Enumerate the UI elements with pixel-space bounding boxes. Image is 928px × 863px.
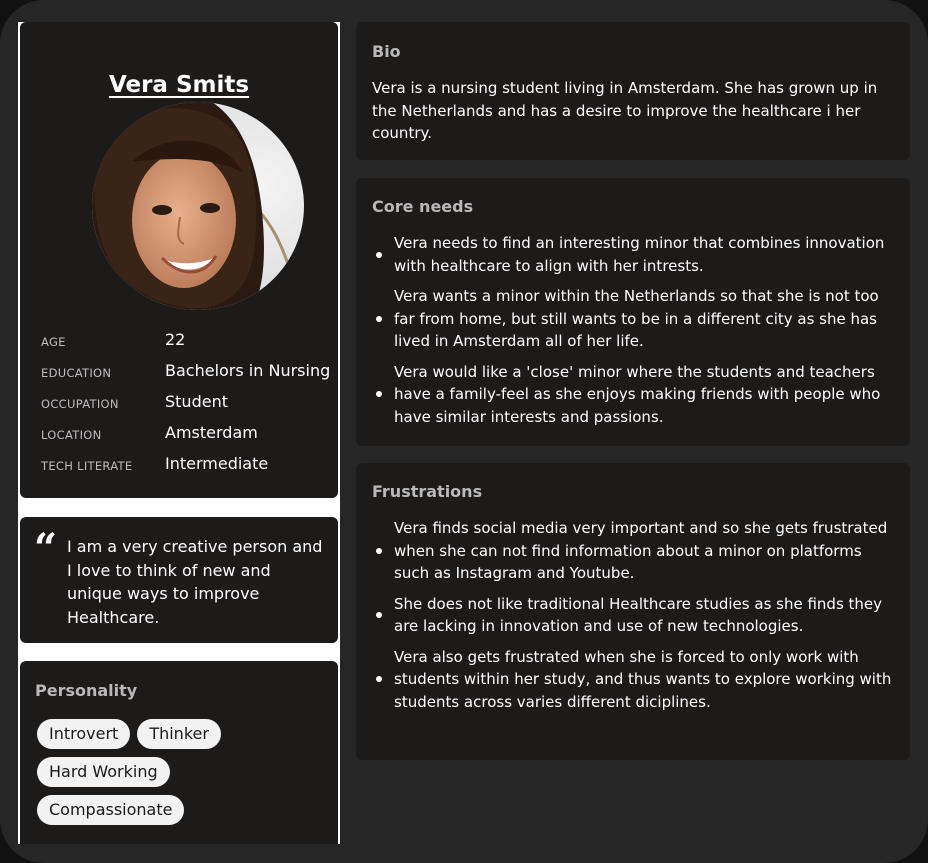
persona-card: Vera Smits AGE 22 EDUCATION Bachelors in… xyxy=(0,0,928,863)
fact-row-education: EDUCATION Bachelors in Nursing xyxy=(41,359,331,390)
list-item: Vera finds social media very important a… xyxy=(372,517,896,585)
personality-panel: Personality Introvert Thinker Hard Worki… xyxy=(20,661,338,844)
fact-row-age: AGE 22 xyxy=(41,328,331,359)
portrait-image xyxy=(92,102,304,310)
bio-text: Vera is a nursing student living in Amst… xyxy=(372,79,878,142)
fact-label: OCCUPATION xyxy=(41,397,119,411)
quote-icon: “ xyxy=(34,525,58,572)
bio-panel: Bio Vera is a nursing student living in … xyxy=(356,22,910,160)
tag-hard-working: Hard Working xyxy=(37,757,170,787)
list-item: Vera needs to find an interesting minor … xyxy=(372,232,896,277)
fact-label: EDUCATION xyxy=(41,366,112,380)
quote-panel: “ I am a very creative person and I love… xyxy=(20,517,338,643)
persona-name: Vera Smits xyxy=(108,72,250,98)
personality-title: Personality xyxy=(35,681,138,700)
tag-compassionate: Compassionate xyxy=(37,795,185,825)
fact-label: LOCATION xyxy=(41,428,102,442)
fact-label: TECH LITERATE xyxy=(41,459,133,473)
frustrations-title: Frustrations xyxy=(372,482,483,501)
list-item: Vera also gets frustrated when she is fo… xyxy=(372,646,896,714)
core-needs-panel: Core needs Vera needs to find an interes… xyxy=(356,178,910,446)
facts-list: AGE 22 EDUCATION Bachelors in Nursing OC… xyxy=(41,328,331,483)
list-item: Vera would like a 'close' minor where th… xyxy=(372,361,896,429)
bio-title: Bio xyxy=(372,42,401,61)
personality-tags: Introvert Thinker Hard Working Compassio… xyxy=(37,719,327,833)
fact-row-location: LOCATION Amsterdam xyxy=(41,421,331,452)
fact-row-tech-literate: TECH LITERATE Intermediate xyxy=(41,452,331,483)
fact-row-occupation: OCCUPATION Student xyxy=(41,390,331,421)
fact-value: Amsterdam xyxy=(165,423,258,442)
core-needs-title: Core needs xyxy=(372,197,474,216)
tag-introvert: Introvert xyxy=(37,719,131,749)
fact-value: Bachelors in Nursing xyxy=(165,361,331,380)
fact-value: Student xyxy=(165,392,228,411)
quote-text: I am a very creative person and I love t… xyxy=(67,537,323,627)
fact-label: AGE xyxy=(41,335,66,349)
core-needs-list: Vera needs to find an interesting minor … xyxy=(372,232,896,436)
persona-photo xyxy=(92,102,304,310)
profile-panel: Vera Smits AGE 22 EDUCATION Bachelors in… xyxy=(20,22,338,498)
fact-value: 22 xyxy=(165,330,186,349)
list-item: She does not like traditional Healthcare… xyxy=(372,593,896,638)
frustrations-panel: Frustrations Vera finds social media ver… xyxy=(356,463,910,760)
fact-value: Intermediate xyxy=(165,454,269,473)
tag-thinker: Thinker xyxy=(137,719,221,749)
frustrations-list: Vera finds social media very important a… xyxy=(372,517,896,721)
list-item: Vera wants a minor within the Netherland… xyxy=(372,285,896,353)
